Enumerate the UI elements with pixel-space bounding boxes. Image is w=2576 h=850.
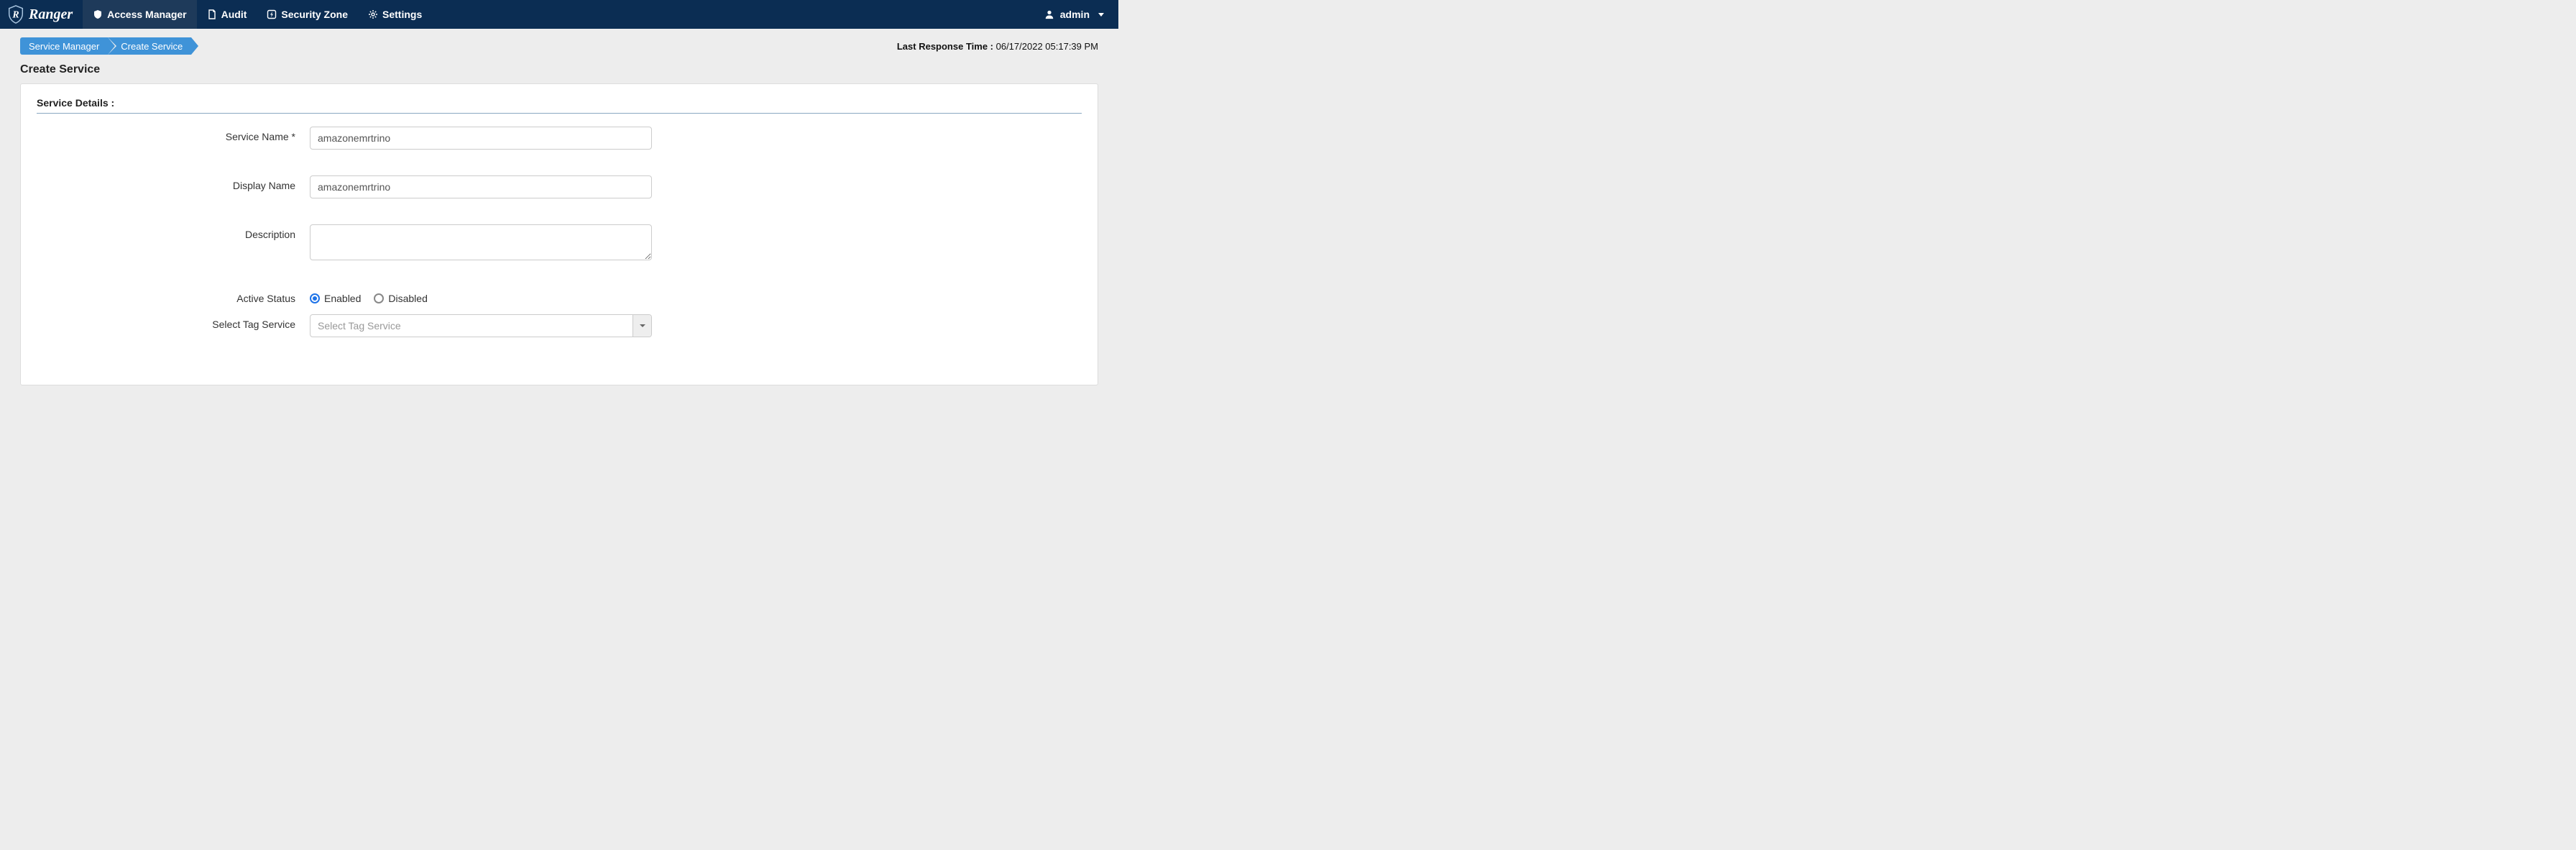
label-tag-service: Select Tag Service [37,314,310,330]
input-service-name[interactable] [310,127,652,150]
user-name: admin [1060,9,1090,20]
breadcrumb-create-service[interactable]: Create Service [108,37,191,55]
nav-items: Access Manager Audit Security Zone Setti… [83,0,432,29]
row-display-name: Display Name [37,175,1082,198]
user-menu[interactable]: admin [1030,0,1118,29]
gear-icon [368,9,378,19]
service-panel: Service Details : Service Name * Display… [20,83,1098,385]
nav-label: Security Zone [281,9,348,20]
row-service-name: Service Name * [37,127,1082,150]
subbar: Service Manager Create Service Last Resp… [0,29,1118,60]
nav-audit[interactable]: Audit [197,0,257,29]
user-icon [1044,9,1054,19]
brand-text: Ranger [29,6,73,23]
nav-label: Access Manager [107,9,187,20]
label-active-status: Active Status [37,288,310,304]
input-display-name[interactable] [310,175,652,198]
page-title: Create Service [0,60,1118,83]
input-description[interactable] [310,224,652,260]
chevron-down-icon [1098,13,1104,17]
row-description: Description [37,224,1082,262]
shield-icon [93,9,103,19]
row-active-status: Active Status Enabled Disabled [37,288,1082,304]
label-service-name: Service Name * [37,127,310,142]
top-navbar: R Ranger Access Manager Audit Security Z… [0,0,1118,29]
bolt-box-icon [267,9,277,19]
label-display-name: Display Name [37,175,310,191]
breadcrumb: Service Manager Create Service [20,37,191,55]
radio-dot-icon [310,293,320,303]
radio-label: Enabled [324,293,361,304]
timestamp-label: Last Response Time : [897,41,996,52]
brand[interactable]: R Ranger [7,0,83,29]
nav-label: Settings [382,9,422,20]
radio-enabled[interactable]: Enabled [310,293,361,304]
chevron-down-icon [640,324,645,327]
nav-security-zone[interactable]: Security Zone [257,0,358,29]
ranger-logo-icon: R [7,5,24,24]
label-description: Description [37,224,310,240]
radio-disabled[interactable]: Disabled [374,293,427,304]
radio-group-active-status: Enabled Disabled [310,288,652,304]
document-icon [207,9,217,19]
breadcrumb-service-manager[interactable]: Service Manager [20,37,108,55]
select-toggle[interactable] [632,315,651,337]
row-tag-service: Select Tag Service Select Tag Service [37,314,1082,337]
svg-text:R: R [12,10,19,21]
nav-settings[interactable]: Settings [358,0,432,29]
timestamp-value: 06/17/2022 05:17:39 PM [996,41,1098,52]
section-title: Service Details : [37,97,1082,114]
radio-dot-icon [374,293,384,303]
nav-access-manager[interactable]: Access Manager [83,0,197,29]
last-response-time: Last Response Time : 06/17/2022 05:17:39… [897,41,1098,52]
nav-label: Audit [221,9,247,20]
select-tag-service[interactable]: Select Tag Service [310,314,652,337]
breadcrumb-label: Service Manager [29,41,99,52]
radio-label: Disabled [388,293,427,304]
select-placeholder: Select Tag Service [310,315,632,337]
breadcrumb-label: Create Service [121,41,183,52]
